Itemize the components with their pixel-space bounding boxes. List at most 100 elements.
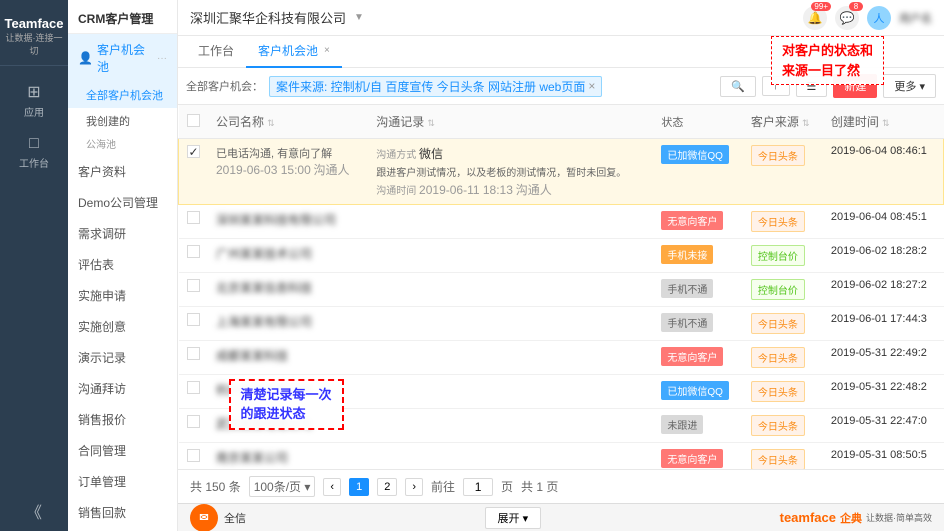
message-icon[interactable]: 💬 8: [835, 6, 859, 30]
total-pages: 共 1 页: [521, 478, 558, 495]
username-display: 用户名: [899, 10, 932, 26]
source-badge: 今日头条: [751, 415, 805, 436]
tab-close-btn[interactable]: ×: [324, 45, 330, 56]
nav-item-customer-pool[interactable]: 👤 客户机会池 ···: [68, 34, 177, 82]
annotation-tracking: 清楚记录每一次的跟进状态: [229, 379, 344, 430]
nav-item-impl-idea[interactable]: 实施创意: [68, 311, 177, 342]
table-row[interactable]: 北京某某信息科技 手机不通 控制台价 2019-06-02 18:27:2: [179, 273, 944, 307]
row1-checkbox[interactable]: ✓: [187, 145, 200, 158]
nav-impl-idea-label: 实施创意: [78, 318, 126, 335]
tab-workbench[interactable]: 工作台: [186, 36, 246, 68]
nav-quote-label: 销售报价: [78, 411, 126, 428]
app-logo: Teamface: [4, 16, 64, 31]
nav-customer-label: 客户机会池: [97, 41, 153, 75]
sidebar-item-workbench[interactable]: □ 工作台: [0, 127, 68, 178]
customer-icon: 👤: [78, 51, 93, 65]
nav-item-order[interactable]: 订单管理: [68, 466, 177, 497]
sidebar-item-apps[interactable]: ⊞ 应用: [0, 74, 68, 127]
row5-source: 今日头条: [743, 307, 823, 341]
sidebar-collapse-btn[interactable]: 《: [18, 491, 50, 531]
sort-created-time[interactable]: ⇅: [882, 118, 890, 128]
nav-subitem-public[interactable]: 公海池: [68, 134, 177, 156]
toolbar-label: 全部客户机会：: [186, 78, 263, 94]
row4-source: 控制台价: [743, 273, 823, 307]
row7-checkbox[interactable]: [187, 381, 200, 394]
table-row[interactable]: 南京某某公司 无意向客户 今日头条 2019-05-31 08:50:5: [179, 443, 944, 470]
row2-communication: [368, 205, 653, 239]
nav-item-demo-record[interactable]: 演示记录: [68, 342, 177, 373]
nav-item-customer-info[interactable]: 客户资料: [68, 156, 177, 187]
topbar: 深圳汇聚华企科技有限公司 ▼ 对客户的状态和来源一目了然 🔔 99+ 💬 8 人…: [178, 0, 944, 36]
nav-item-eval[interactable]: 评估表: [68, 249, 177, 280]
tab-customer-pool[interactable]: 客户机会池 ×: [246, 36, 342, 68]
table-row[interactable]: ✓ 已电话沟通, 有意向了解 2019-06-03 15:00 沟通人 沟通方式…: [179, 139, 944, 205]
source-badge: 今日头条: [751, 381, 805, 402]
nav-item-contract[interactable]: 合同管理: [68, 435, 177, 466]
prev-page-btn[interactable]: ‹: [323, 478, 341, 496]
row4-status: 手机不通: [653, 273, 743, 307]
source-badge: 今日头条: [751, 211, 805, 232]
table-row[interactable]: 上海某某有限公司 手机不通 今日头条 2019-06-01 17:44:3: [179, 307, 944, 341]
nav-demo-label: Demo公司管理: [78, 194, 158, 211]
row2-source: 今日头条: [743, 205, 823, 239]
status-badge: 手机未接: [661, 245, 713, 264]
select-all-checkbox[interactable]: [187, 114, 200, 127]
expand-btn[interactable]: 展开 ▾: [485, 507, 542, 529]
filter-tag-source[interactable]: 案件来源: 控制机/自 百度宣传 今日头条 网站注册 web页面 ×: [269, 76, 602, 97]
row5-checkbox[interactable]: [187, 313, 200, 326]
nav-more-icon: ···: [157, 53, 167, 64]
status-badge: 已加微信QQ: [661, 381, 729, 400]
nav-item-quote[interactable]: 销售报价: [68, 404, 177, 435]
page-2-btn[interactable]: 2: [377, 478, 397, 496]
nav-item-survey[interactable]: 需求调研: [68, 218, 177, 249]
row6-checkbox[interactable]: [187, 347, 200, 360]
nav-customer-info-label: 客户资料: [78, 163, 126, 180]
table-row[interactable]: 成都某某科技 无意向客户 今日头条 2019-05-31 22:49:2: [179, 341, 944, 375]
notification-bell[interactable]: 🔔 99+: [803, 6, 827, 30]
sort-communication[interactable]: ⇅: [427, 118, 435, 128]
topbar-icons: 🔔 99+ 💬 8 人 用户名: [803, 6, 932, 30]
page-1-btn[interactable]: 1: [349, 478, 369, 496]
workbench-icon: □: [29, 135, 39, 153]
search-btn[interactable]: 🔍: [720, 76, 756, 97]
goto-page-input[interactable]: [463, 478, 493, 496]
page-size-selector[interactable]: 100条/页 ▾: [249, 476, 316, 497]
user-avatar[interactable]: 人: [867, 6, 891, 30]
row7-created-time: 2019-05-31 22:48:2: [823, 375, 944, 409]
row9-source: 今日头条: [743, 443, 823, 470]
row9-checkbox[interactable]: [187, 449, 200, 462]
table-row[interactable]: 杭州某某有限公司 清楚记录每一次的跟进状态 已加微信QQ: [179, 375, 944, 409]
row4-checkbox[interactable]: [187, 279, 200, 292]
row2-checkbox[interactable]: [187, 211, 200, 224]
nav-subitem-mine[interactable]: 我创建的: [68, 108, 177, 134]
apps-icon: ⊞: [27, 82, 40, 102]
col-source: 客户来源 ⇅: [743, 105, 823, 139]
sort-source[interactable]: ⇅: [802, 118, 810, 128]
nav-item-demo[interactable]: Demo公司管理: [68, 187, 177, 218]
sidebar-apps-label: 应用: [24, 104, 44, 119]
status-badge: 手机不通: [661, 279, 713, 298]
row9-status: 无意向客户: [653, 443, 743, 470]
sidebar-workbench-label: 工作台: [19, 155, 49, 170]
goto-label: 前往: [431, 478, 455, 495]
source-badge: 今日头条: [751, 145, 805, 166]
nav-item-impl-apply[interactable]: 实施申请: [68, 280, 177, 311]
row3-checkbox[interactable]: [187, 245, 200, 258]
row8-checkbox[interactable]: [187, 415, 200, 428]
status-badge: 无意向客户: [661, 449, 723, 468]
table-row[interactable]: 广州某某技术公司 手机未接 控制台价 2019-06-02 18:28:2: [179, 239, 944, 273]
next-page-btn[interactable]: ›: [405, 478, 423, 496]
row4-created-time: 2019-06-02 18:27:2: [823, 273, 944, 307]
company-dropdown-icon[interactable]: ▼: [354, 12, 364, 23]
nav-item-visit[interactable]: 沟通拜访: [68, 373, 177, 404]
table-row[interactable]: 深圳某某科技有限公司 无意向客户 今日头条 2019-06-04 08:45:1: [179, 205, 944, 239]
filter-tag-close[interactable]: ×: [588, 79, 595, 93]
row5-status: 手机不通: [653, 307, 743, 341]
source-badge: 今日头条: [751, 313, 805, 334]
row6-communication: [368, 341, 653, 375]
more-btn[interactable]: 更多 ▾: [883, 74, 936, 98]
nav-subitem-all[interactable]: 全部客户机会池: [68, 82, 177, 108]
nav-item-refund[interactable]: 销售回款: [68, 497, 177, 528]
sort-company[interactable]: ⇅: [267, 118, 275, 128]
source-badge: 今日头条: [751, 347, 805, 368]
